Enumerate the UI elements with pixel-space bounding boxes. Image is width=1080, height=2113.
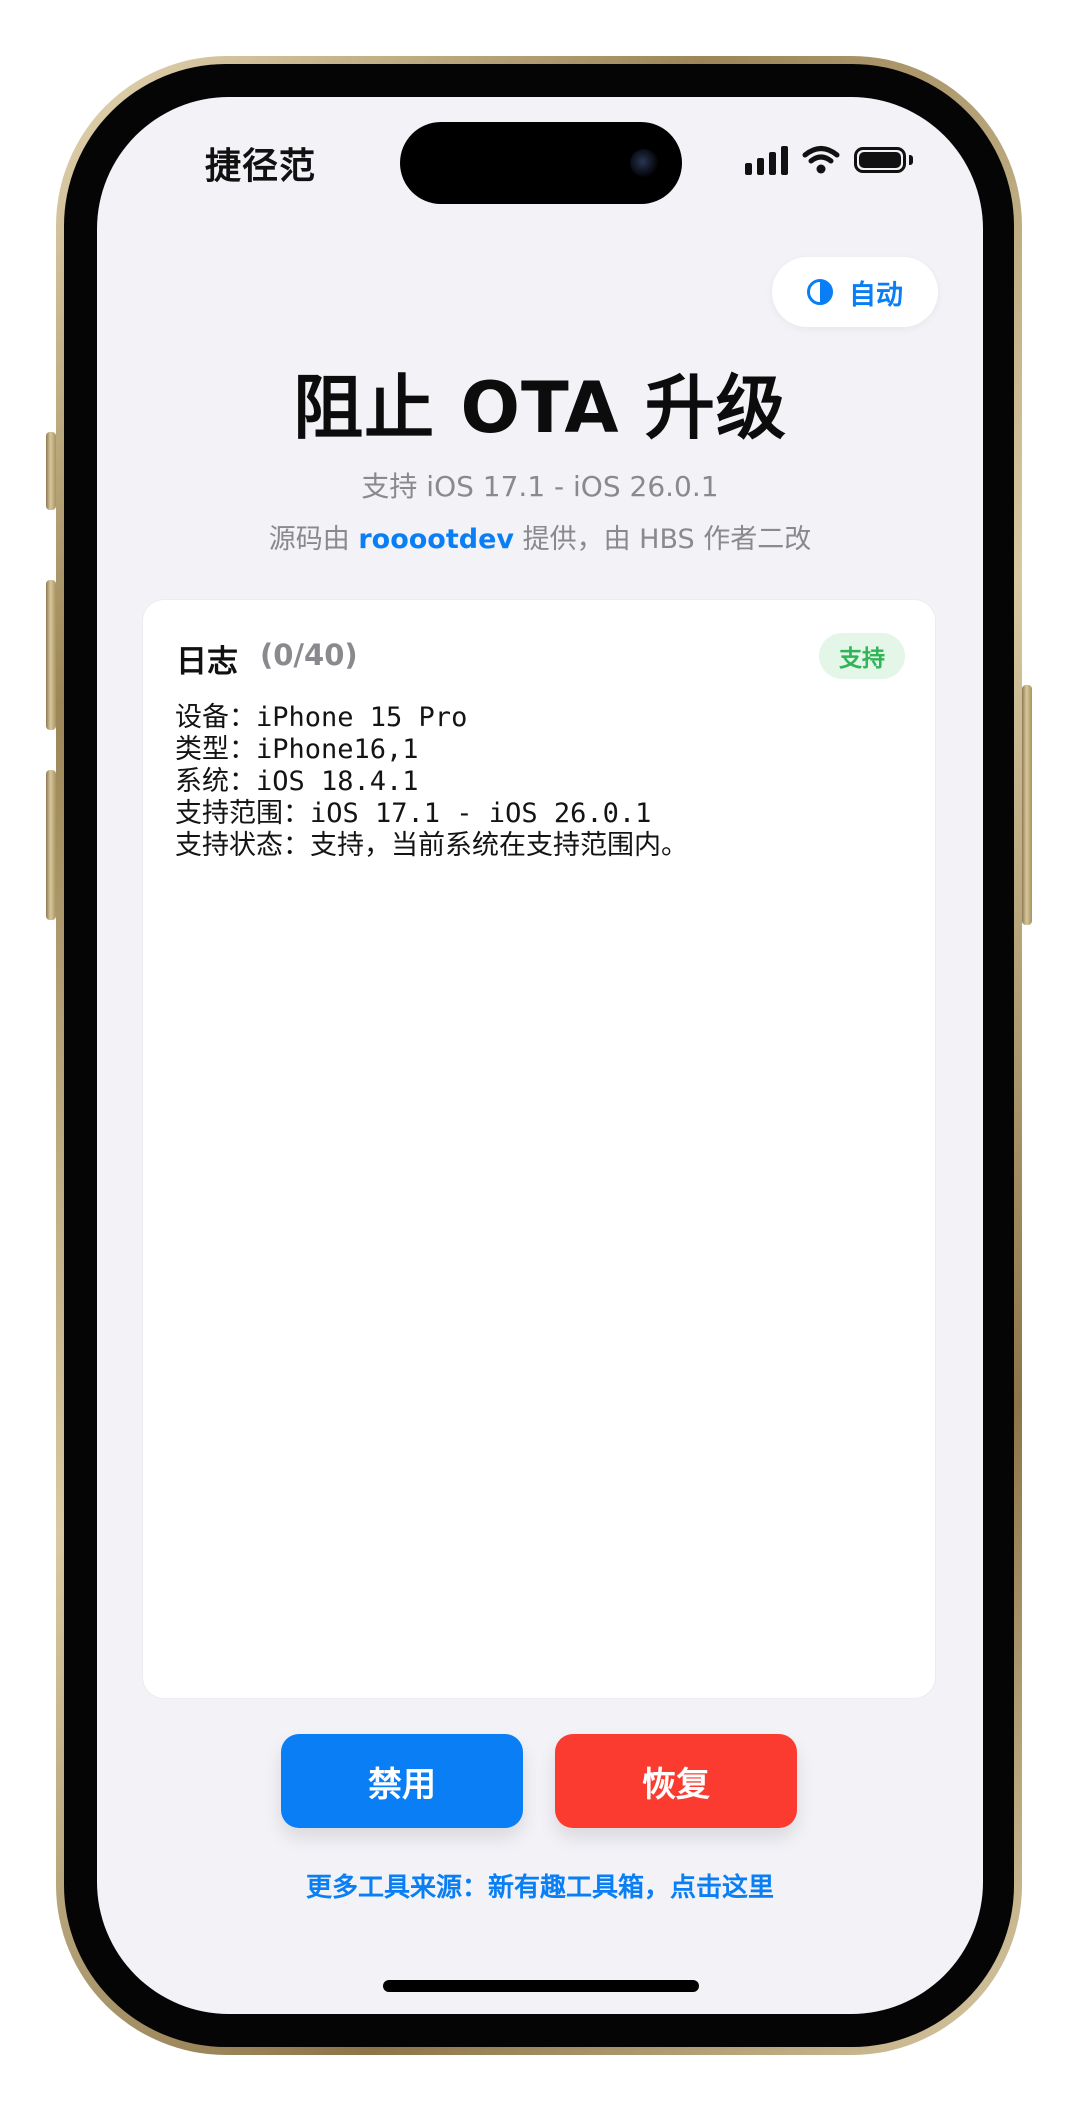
dynamic-island — [400, 122, 682, 204]
silent-switch — [46, 432, 56, 510]
restore-button[interactable]: 恢复 — [555, 1734, 797, 1828]
half-circle-contrast-icon — [807, 279, 833, 305]
status-badge: 支持 — [819, 633, 905, 679]
log-title: 日志 — [176, 644, 238, 680]
log-line: 设备：iPhone 15 Pro — [175, 702, 468, 733]
status-icons — [745, 145, 913, 175]
disable-button[interactable]: 禁用 — [281, 1734, 523, 1828]
status-carrier: 捷径范 — [205, 146, 317, 187]
log-panel: 日志 (0/40) 支持 设备：iPhone 15 Pro 类型：iPhone1… — [142, 599, 936, 1699]
home-indicator[interactable] — [383, 1980, 699, 1992]
log-count: (0/40) — [260, 638, 358, 672]
volume-up-button — [46, 580, 56, 730]
volume-down-button — [46, 770, 56, 920]
more-tools-link[interactable]: 更多工具来源：新有趣工具箱，点击这里 — [97, 1867, 983, 1904]
credit-suffix: 提供，由 HBS 作者二改 — [522, 524, 812, 555]
credit-line: 源码由 rooootdev 提供，由 HBS 作者二改 — [97, 517, 983, 556]
phone-screen: 捷径范 自动 阻止 OTA 升级 支持 iOS 17.1 - iOS 26.0.… — [97, 97, 983, 2014]
log-line: 支持范围：iOS 17.1 - iOS 26.0.1 — [175, 798, 652, 829]
wifi-icon — [802, 146, 840, 174]
credit-prefix: 源码由 — [268, 524, 350, 555]
log-line: 类型：iPhone16,1 — [175, 734, 419, 765]
author-link[interactable]: rooootdev — [358, 524, 514, 555]
supported-range-subtitle: 支持 iOS 17.1 - iOS 26.0.1 — [361, 470, 719, 503]
log-line: 系统：iOS 18.4.1 — [175, 766, 419, 797]
page-title: 阻止 OTA 升级 — [293, 367, 787, 449]
battery-cap — [909, 155, 913, 165]
theme-toggle-button[interactable]: 自动 — [772, 257, 938, 327]
front-camera-icon — [630, 149, 658, 177]
power-button — [1022, 685, 1032, 925]
cellular-signal-icon — [745, 145, 788, 175]
theme-toggle-label: 自动 — [849, 279, 903, 311]
log-line: 支持状态：支持，当前系统在支持范围内。 — [175, 830, 688, 861]
log-lines: 设备：iPhone 15 Pro 类型：iPhone16,1 系统：iOS 18… — [175, 702, 688, 862]
battery-icon — [854, 147, 906, 173]
